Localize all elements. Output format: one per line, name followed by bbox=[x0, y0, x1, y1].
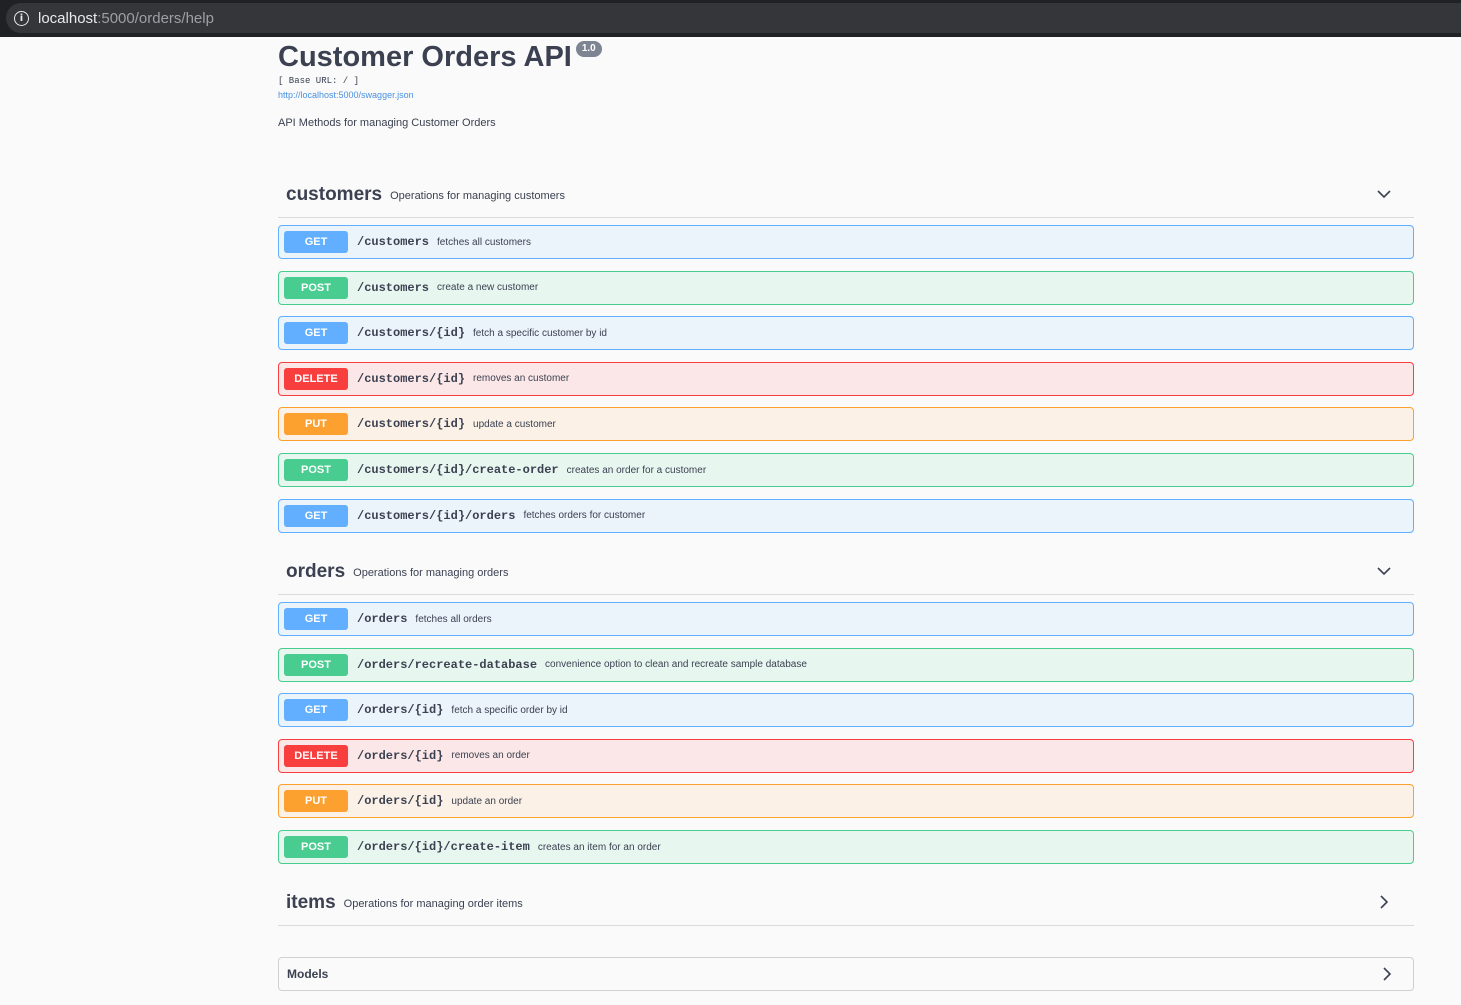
operation-get[interactable]: GET/orders fetches all orders bbox=[278, 602, 1414, 636]
operation-summary: creates an order for a customer bbox=[566, 464, 707, 476]
operation-get[interactable]: GET/customers/{id}/orders fetches orders … bbox=[278, 498, 1414, 533]
operation-summary: fetch a specific order by id bbox=[451, 704, 568, 716]
operation-path: /customers bbox=[357, 235, 430, 249]
method-badge: DELETE bbox=[284, 744, 348, 767]
operation-path: /customers/{id}/create-order bbox=[357, 463, 559, 477]
tag-name: orders bbox=[286, 560, 346, 582]
operation-get[interactable]: GET/orders/{id} fetch a specific order by… bbox=[278, 693, 1414, 728]
method-badge: POST bbox=[284, 459, 348, 481]
operation-path: /orders/{id} bbox=[357, 703, 444, 718]
operation-delete[interactable]: DELETE/customers/{id} removes an customer bbox=[278, 361, 1414, 396]
tag-description: Operations for managing customers bbox=[390, 190, 565, 202]
models-section[interactable]: Models bbox=[278, 957, 1414, 991]
operation-summary: update a customer bbox=[473, 418, 556, 430]
url-text: localhost:5000/orders/help bbox=[38, 10, 214, 27]
url-path: :5000/orders/help bbox=[97, 9, 214, 27]
operation-summary: removes an customer bbox=[473, 373, 570, 385]
chevron-down-icon[interactable] bbox=[1376, 563, 1392, 579]
models-label: Models bbox=[287, 967, 329, 981]
method-badge: DELETE bbox=[284, 367, 348, 390]
operation-path: /orders/{id} bbox=[357, 748, 444, 763]
url-host: localhost bbox=[38, 9, 98, 27]
operation-summary: removes an order bbox=[451, 750, 530, 762]
method-badge: POST bbox=[284, 836, 348, 858]
method-badge: PUT bbox=[284, 413, 348, 436]
tag-header-orders[interactable]: orders Operations for managing orders bbox=[278, 549, 1414, 595]
operation-summary: fetches all orders bbox=[415, 613, 492, 625]
operation-summary: fetches all customers bbox=[437, 236, 531, 248]
chevron-right-icon[interactable] bbox=[1379, 966, 1395, 982]
operation-put[interactable]: PUT/orders/{id} update an order bbox=[278, 784, 1414, 819]
chevron-down-icon[interactable] bbox=[1376, 186, 1392, 202]
operation-summary: create a new customer bbox=[437, 282, 539, 294]
operation-path: /customers/{id} bbox=[357, 371, 466, 386]
operation-path: /customers/{id} bbox=[357, 417, 466, 432]
tag-description: Operations for managing orders bbox=[353, 567, 509, 579]
operation-path: /customers/{id} bbox=[357, 326, 466, 341]
method-badge: POST bbox=[284, 276, 348, 299]
tag-header-items[interactable]: items Operations for managing order items bbox=[278, 880, 1414, 926]
operations-area: customers Operations for managing custome… bbox=[278, 0, 1414, 1005]
operation-path: /orders/recreate-database bbox=[357, 657, 538, 672]
operation-post[interactable]: POST/customers create a new customer bbox=[278, 270, 1414, 305]
method-badge: GET bbox=[284, 608, 348, 630]
method-badge: GET bbox=[284, 231, 348, 253]
operation-put[interactable]: PUT/customers/{id} update a customer bbox=[278, 407, 1414, 442]
operation-path: /customers/{id}/orders bbox=[357, 508, 516, 523]
tag-name: customers bbox=[286, 183, 383, 205]
operation-post[interactable]: POST/customers/{id}/create-order creates … bbox=[278, 453, 1414, 487]
tag-name: items bbox=[286, 891, 336, 913]
operation-post[interactable]: POST/orders/{id}/create-item creates an i… bbox=[278, 830, 1414, 864]
operation-path: /orders/{id} bbox=[357, 794, 444, 809]
method-badge: GET bbox=[284, 504, 348, 527]
operation-path: /customers bbox=[357, 280, 430, 295]
operation-summary: convenience option to clean and recreate… bbox=[545, 659, 807, 671]
operation-get[interactable]: GET/customers fetches all customers bbox=[278, 225, 1414, 259]
operation-path: /orders/{id}/create-item bbox=[357, 840, 530, 854]
operation-summary: creates an item for an order bbox=[537, 841, 661, 853]
tag-header-customers[interactable]: customers Operations for managing custome… bbox=[278, 172, 1414, 218]
operation-post[interactable]: POST/orders/recreate-database convenience… bbox=[278, 647, 1414, 682]
operation-path: /orders bbox=[357, 612, 408, 626]
method-badge: POST bbox=[284, 653, 348, 676]
chevron-right-icon[interactable] bbox=[1376, 894, 1392, 910]
site-info-icon[interactable]: i bbox=[14, 10, 29, 26]
method-badge: GET bbox=[284, 322, 348, 345]
operation-summary: fetch a specific customer by id bbox=[473, 327, 607, 339]
method-badge: PUT bbox=[284, 790, 348, 813]
operation-delete[interactable]: DELETE/orders/{id} removes an order bbox=[278, 738, 1414, 773]
operation-get[interactable]: GET/customers/{id} fetch a specific custo… bbox=[278, 316, 1414, 351]
operation-summary: fetches orders for customer bbox=[523, 510, 646, 522]
tag-description: Operations for managing order items bbox=[343, 898, 523, 910]
method-badge: GET bbox=[284, 699, 348, 722]
operation-summary: update an order bbox=[451, 795, 523, 807]
